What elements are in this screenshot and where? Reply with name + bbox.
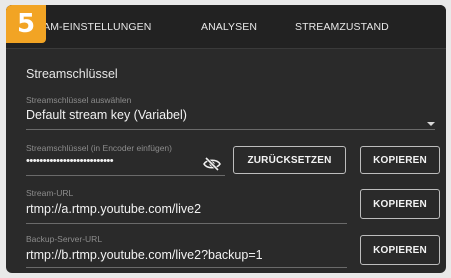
reset-button[interactable]: ZURÜCKSETZEN	[233, 146, 346, 174]
stream-key-select[interactable]: Default stream key (Variabel)	[26, 108, 187, 122]
chevron-down-icon[interactable]	[427, 122, 435, 126]
stream-key-field-label: Streamschlüssel (in Encoder einfügen)	[26, 143, 172, 153]
eye-off-icon[interactable]	[203, 157, 221, 171]
backup-url-label: Backup-Server-URL	[26, 234, 103, 244]
backup-url-underline	[26, 267, 347, 268]
stream-key-field[interactable]: ••••••••••••••••••••••••••	[26, 155, 114, 167]
stream-url-label: Stream-URL	[26, 188, 74, 198]
stream-key-field-underline	[26, 175, 225, 176]
tab-analytics[interactable]: ANALYSEN	[201, 5, 257, 49]
copy-stream-url-button[interactable]: KOPIEREN	[360, 189, 440, 219]
stream-url-underline	[26, 223, 347, 224]
step-number: 5	[16, 9, 36, 39]
step-number-badge: 5	[6, 5, 46, 43]
tab-stream-settings[interactable]: EAM-EINSTELLUNGEN	[36, 5, 151, 49]
copy-stream-key-button[interactable]: KOPIEREN	[360, 146, 440, 174]
stream-url-field[interactable]: rtmp://a.rtmp.youtube.com/live2	[26, 202, 201, 216]
tab-bar: EAM-EINSTELLUNGEN ANALYSEN STREAMZUSTAND	[6, 5, 446, 49]
stream-key-select-label: Streamschlüssel auswählen	[26, 95, 132, 105]
section-title: Streamschlüssel	[26, 67, 118, 81]
stream-settings-panel: EAM-EINSTELLUNGEN ANALYSEN STREAMZUSTAND…	[6, 5, 446, 273]
backup-url-field[interactable]: rtmp://b.rtmp.youtube.com/live2?backup=1	[26, 248, 263, 262]
stream-key-select-underline	[26, 129, 435, 130]
tab-stream-health[interactable]: STREAMZUSTAND	[295, 5, 389, 49]
copy-backup-url-button[interactable]: KOPIEREN	[360, 235, 440, 265]
